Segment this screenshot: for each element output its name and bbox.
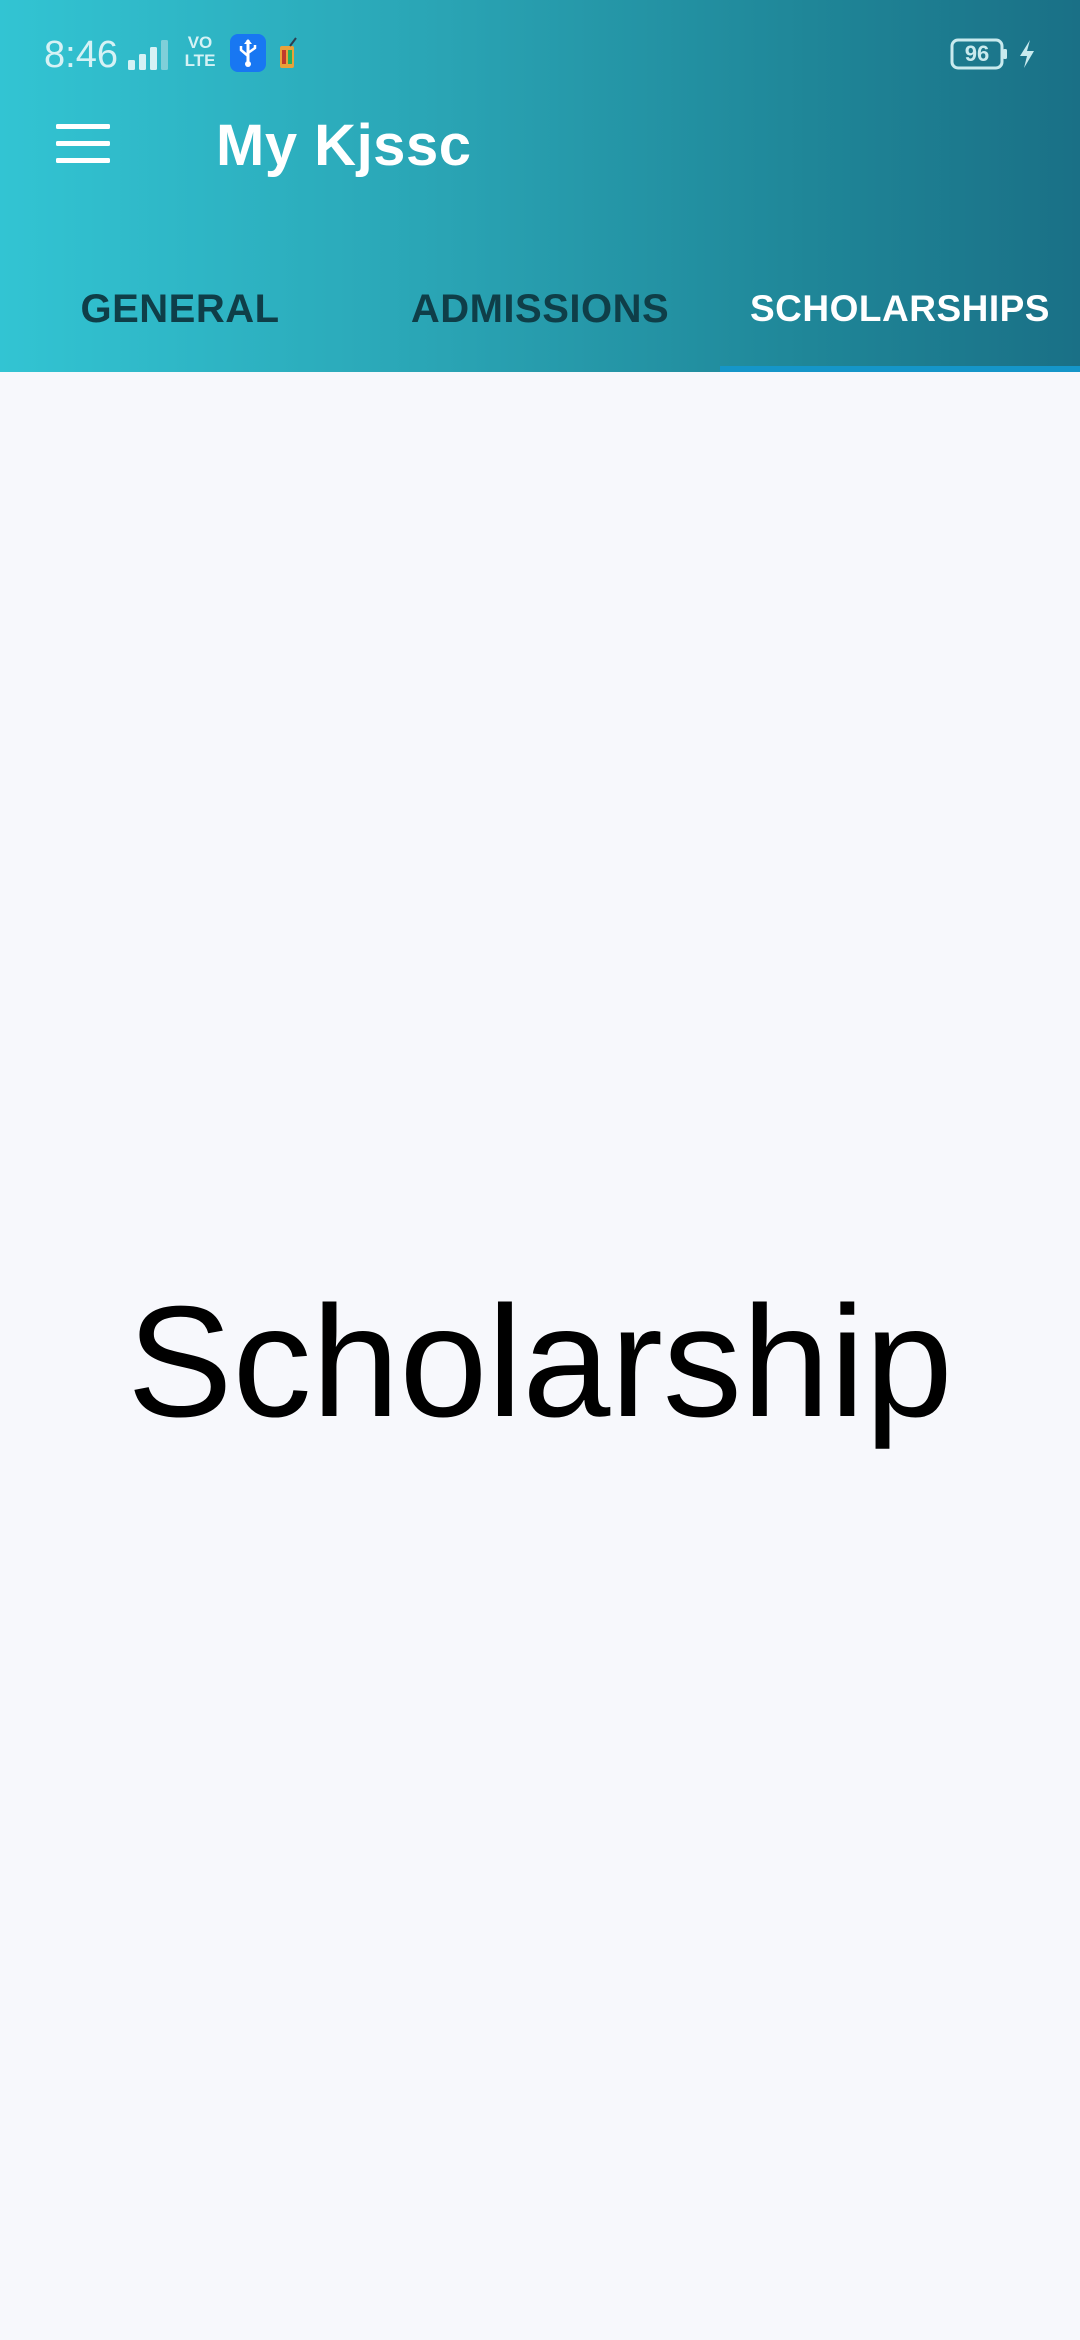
- volte-icon: VO LTE: [184, 33, 216, 70]
- app-header: 8:46 VO LTE 96 My Kjssc GENERAL ADMISSIO…: [0, 0, 1080, 372]
- app-title: My Kjssc: [216, 113, 472, 178]
- usb-icon: [230, 34, 266, 72]
- tab-bar: GENERAL ADMISSIONS SCHOLARSHIPS: [0, 250, 1080, 372]
- app-screen: 8:46 VO LTE 96 My Kjssc GENERAL ADMISSIO…: [0, 0, 1080, 2340]
- hamburger-menu-icon[interactable]: [54, 120, 112, 168]
- battery-level-text: 96: [964, 41, 990, 66]
- tab-general[interactable]: GENERAL: [0, 250, 360, 372]
- app-notification-icon: [280, 37, 297, 68]
- tab-scholarships[interactable]: SCHOLARSHIPS: [720, 250, 1080, 372]
- status-time: 8:46: [44, 34, 118, 76]
- charging-icon: [1020, 40, 1034, 68]
- signal-icon: [128, 40, 168, 70]
- tab-admissions[interactable]: ADMISSIONS: [360, 250, 720, 372]
- status-bar: 8:46 VO LTE 96: [0, 0, 1080, 100]
- scholarship-heading: Scholarship: [127, 1274, 953, 1450]
